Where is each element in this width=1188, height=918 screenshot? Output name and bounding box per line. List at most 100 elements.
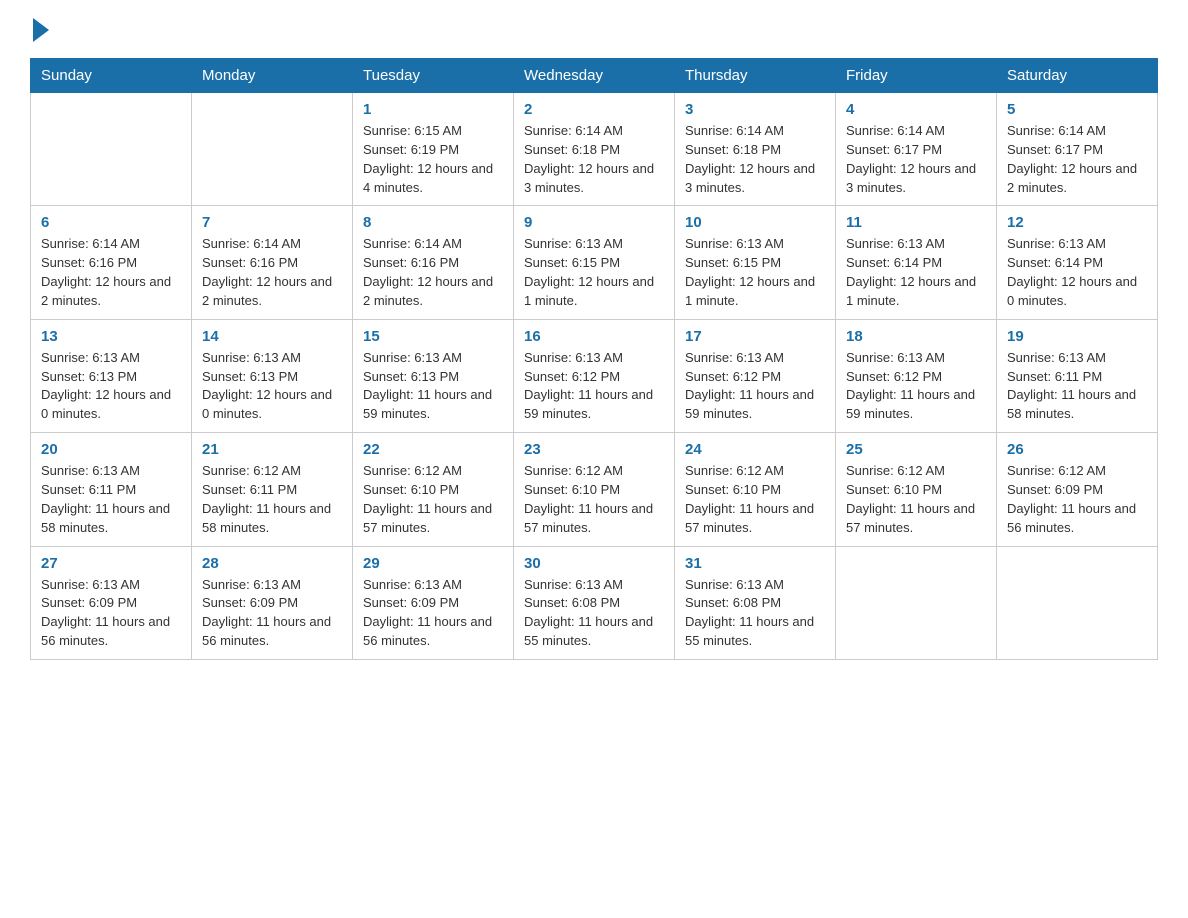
calendar-cell: 27 Sunrise: 6:13 AM Sunset: 6:09 PM Dayli… (31, 546, 192, 659)
calendar-cell: 13 Sunrise: 6:13 AM Sunset: 6:13 PM Dayli… (31, 319, 192, 432)
day-info: Sunrise: 6:12 AM Sunset: 6:10 PM Dayligh… (363, 462, 503, 537)
calendar-cell: 22 Sunrise: 6:12 AM Sunset: 6:10 PM Dayli… (353, 433, 514, 546)
day-info: Sunrise: 6:13 AM Sunset: 6:11 PM Dayligh… (41, 462, 181, 537)
day-info: Sunrise: 6:13 AM Sunset: 6:14 PM Dayligh… (846, 235, 986, 310)
calendar-week-row: 27 Sunrise: 6:13 AM Sunset: 6:09 PM Dayli… (31, 546, 1158, 659)
calendar-cell: 25 Sunrise: 6:12 AM Sunset: 6:10 PM Dayli… (836, 433, 997, 546)
calendar-cell: 7 Sunrise: 6:14 AM Sunset: 6:16 PM Daylig… (192, 206, 353, 319)
weekday-header-friday: Friday (836, 59, 997, 93)
day-number: 14 (202, 328, 342, 345)
day-info: Sunrise: 6:13 AM Sunset: 6:12 PM Dayligh… (685, 349, 825, 424)
day-info: Sunrise: 6:13 AM Sunset: 6:14 PM Dayligh… (1007, 235, 1147, 310)
day-info: Sunrise: 6:13 AM Sunset: 6:12 PM Dayligh… (846, 349, 986, 424)
day-number: 11 (846, 214, 986, 231)
calendar-cell: 2 Sunrise: 6:14 AM Sunset: 6:18 PM Daylig… (514, 93, 675, 206)
calendar-cell: 26 Sunrise: 6:12 AM Sunset: 6:09 PM Dayli… (997, 433, 1158, 546)
calendar-cell: 19 Sunrise: 6:13 AM Sunset: 6:11 PM Dayli… (997, 319, 1158, 432)
day-info: Sunrise: 6:13 AM Sunset: 6:13 PM Dayligh… (202, 349, 342, 424)
day-number: 15 (363, 328, 503, 345)
calendar-week-row: 13 Sunrise: 6:13 AM Sunset: 6:13 PM Dayli… (31, 319, 1158, 432)
calendar-cell: 20 Sunrise: 6:13 AM Sunset: 6:11 PM Dayli… (31, 433, 192, 546)
day-number: 9 (524, 214, 664, 231)
day-number: 16 (524, 328, 664, 345)
calendar-cell: 4Sunrise: 6:14 AM Sunset: 6:17 PM Daylig… (836, 93, 997, 206)
logo (30, 20, 49, 40)
calendar-cell (192, 93, 353, 206)
day-number: 2 (524, 101, 664, 118)
weekday-header-sunday: Sunday (31, 59, 192, 93)
day-number: 26 (1007, 441, 1147, 458)
calendar-week-row: 6 Sunrise: 6:14 AM Sunset: 6:16 PM Daylig… (31, 206, 1158, 319)
day-number: 24 (685, 441, 825, 458)
calendar-cell: 1 Sunrise: 6:15 AM Sunset: 6:19 PM Daylig… (353, 93, 514, 206)
calendar-cell: 23 Sunrise: 6:12 AM Sunset: 6:10 PM Dayli… (514, 433, 675, 546)
day-number: 4 (846, 101, 986, 118)
day-info: Sunrise: 6:13 AM Sunset: 6:13 PM Dayligh… (363, 349, 503, 424)
calendar-header-row: SundayMondayTuesdayWednesdayThursdayFrid… (31, 59, 1158, 93)
day-info: Sunrise: 6:13 AM Sunset: 6:15 PM Dayligh… (524, 235, 664, 310)
day-info: Sunrise: 6:13 AM Sunset: 6:08 PM Dayligh… (524, 576, 664, 651)
day-number: 31 (685, 555, 825, 572)
calendar-cell: 30 Sunrise: 6:13 AM Sunset: 6:08 PM Dayli… (514, 546, 675, 659)
day-number: 1 (363, 101, 503, 118)
day-info: Sunrise: 6:15 AM Sunset: 6:19 PM Dayligh… (363, 122, 503, 197)
day-number: 8 (363, 214, 503, 231)
calendar-cell: 16 Sunrise: 6:13 AM Sunset: 6:12 PM Dayli… (514, 319, 675, 432)
day-info: Sunrise: 6:14 AM Sunset: 6:18 PM Dayligh… (524, 122, 664, 197)
day-info: Sunrise: 6:14 AM Sunset: 6:16 PM Dayligh… (363, 235, 503, 310)
day-number: 20 (41, 441, 181, 458)
calendar-cell: 12Sunrise: 6:13 AM Sunset: 6:14 PM Dayli… (997, 206, 1158, 319)
day-number: 29 (363, 555, 503, 572)
day-info: Sunrise: 6:12 AM Sunset: 6:09 PM Dayligh… (1007, 462, 1147, 537)
day-number: 30 (524, 555, 664, 572)
day-info: Sunrise: 6:13 AM Sunset: 6:13 PM Dayligh… (41, 349, 181, 424)
day-info: Sunrise: 6:13 AM Sunset: 6:11 PM Dayligh… (1007, 349, 1147, 424)
day-number: 28 (202, 555, 342, 572)
day-number: 21 (202, 441, 342, 458)
calendar-cell: 28 Sunrise: 6:13 AM Sunset: 6:09 PM Dayli… (192, 546, 353, 659)
calendar-cell: 5Sunrise: 6:14 AM Sunset: 6:17 PM Daylig… (997, 93, 1158, 206)
day-info: Sunrise: 6:13 AM Sunset: 6:09 PM Dayligh… (202, 576, 342, 651)
weekday-header-thursday: Thursday (675, 59, 836, 93)
day-number: 13 (41, 328, 181, 345)
day-info: Sunrise: 6:13 AM Sunset: 6:09 PM Dayligh… (41, 576, 181, 651)
day-number: 25 (846, 441, 986, 458)
day-info: Sunrise: 6:12 AM Sunset: 6:10 PM Dayligh… (846, 462, 986, 537)
calendar-cell: 6 Sunrise: 6:14 AM Sunset: 6:16 PM Daylig… (31, 206, 192, 319)
calendar-week-row: 1 Sunrise: 6:15 AM Sunset: 6:19 PM Daylig… (31, 93, 1158, 206)
calendar-table: SundayMondayTuesdayWednesdayThursdayFrid… (30, 58, 1158, 660)
day-number: 5 (1007, 101, 1147, 118)
day-info: Sunrise: 6:13 AM Sunset: 6:12 PM Dayligh… (524, 349, 664, 424)
day-number: 22 (363, 441, 503, 458)
calendar-cell: 21 Sunrise: 6:12 AM Sunset: 6:11 PM Dayli… (192, 433, 353, 546)
day-info: Sunrise: 6:13 AM Sunset: 6:09 PM Dayligh… (363, 576, 503, 651)
day-number: 18 (846, 328, 986, 345)
day-info: Sunrise: 6:12 AM Sunset: 6:11 PM Dayligh… (202, 462, 342, 537)
day-info: Sunrise: 6:14 AM Sunset: 6:18 PM Dayligh… (685, 122, 825, 197)
calendar-cell: 17 Sunrise: 6:13 AM Sunset: 6:12 PM Dayli… (675, 319, 836, 432)
day-info: Sunrise: 6:12 AM Sunset: 6:10 PM Dayligh… (685, 462, 825, 537)
day-number: 23 (524, 441, 664, 458)
calendar-cell: 14 Sunrise: 6:13 AM Sunset: 6:13 PM Dayli… (192, 319, 353, 432)
calendar-cell: 31Sunrise: 6:13 AM Sunset: 6:08 PM Dayli… (675, 546, 836, 659)
day-info: Sunrise: 6:14 AM Sunset: 6:16 PM Dayligh… (202, 235, 342, 310)
calendar-cell (31, 93, 192, 206)
calendar-cell (836, 546, 997, 659)
day-info: Sunrise: 6:14 AM Sunset: 6:16 PM Dayligh… (41, 235, 181, 310)
day-number: 6 (41, 214, 181, 231)
day-number: 7 (202, 214, 342, 231)
day-info: Sunrise: 6:12 AM Sunset: 6:10 PM Dayligh… (524, 462, 664, 537)
weekday-header-saturday: Saturday (997, 59, 1158, 93)
weekday-header-monday: Monday (192, 59, 353, 93)
day-number: 19 (1007, 328, 1147, 345)
calendar-cell: 9 Sunrise: 6:13 AM Sunset: 6:15 PM Daylig… (514, 206, 675, 319)
calendar-cell: 18 Sunrise: 6:13 AM Sunset: 6:12 PM Dayli… (836, 319, 997, 432)
day-number: 27 (41, 555, 181, 572)
calendar-cell: 11 Sunrise: 6:13 AM Sunset: 6:14 PM Dayli… (836, 206, 997, 319)
day-number: 17 (685, 328, 825, 345)
day-number: 3 (685, 101, 825, 118)
calendar-cell: 15 Sunrise: 6:13 AM Sunset: 6:13 PM Dayli… (353, 319, 514, 432)
weekday-header-tuesday: Tuesday (353, 59, 514, 93)
calendar-cell: 3 Sunrise: 6:14 AM Sunset: 6:18 PM Daylig… (675, 93, 836, 206)
day-number: 10 (685, 214, 825, 231)
